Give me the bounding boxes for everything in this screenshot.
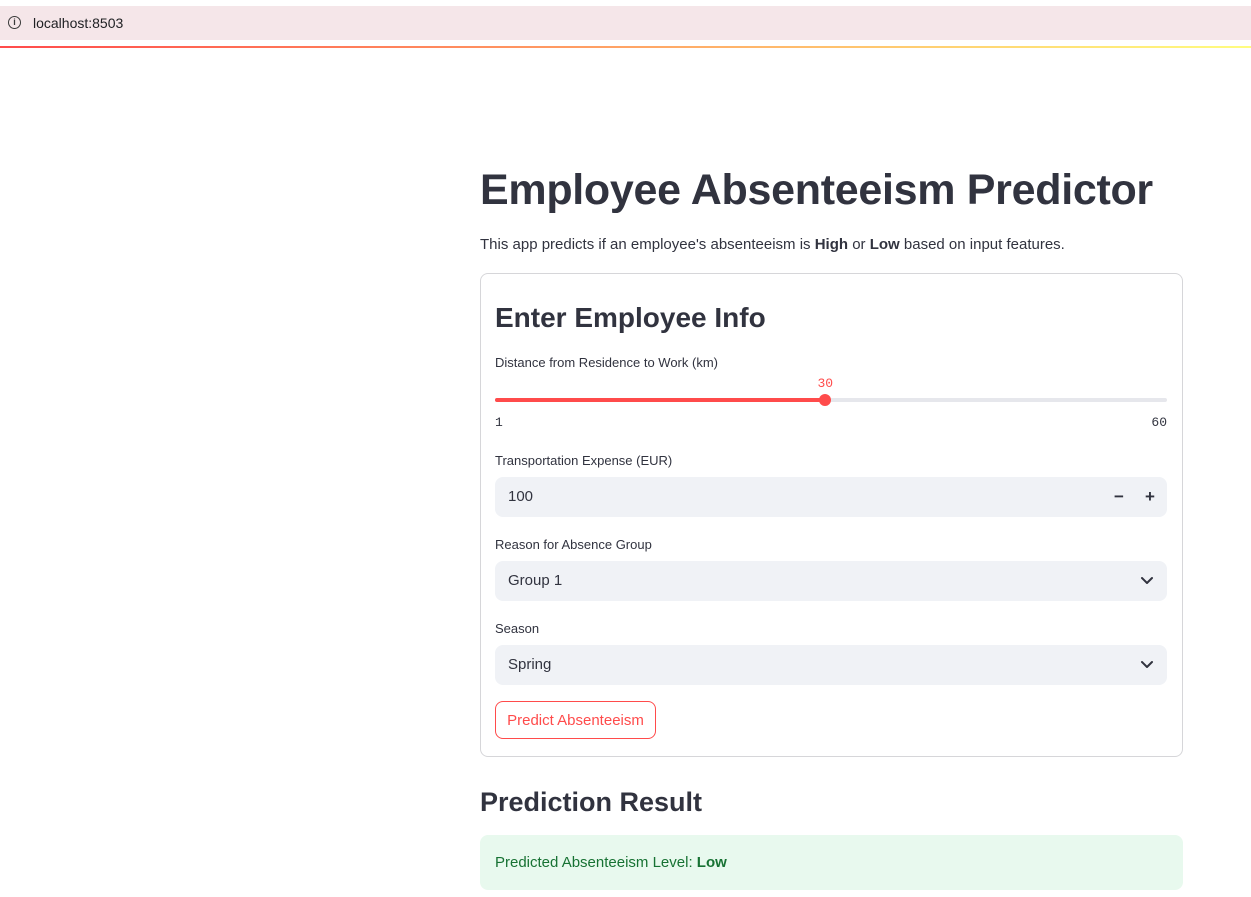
intro-prefix: This app predicts if an employee's absen…: [480, 236, 815, 253]
result-title: Prediction Result: [480, 787, 703, 817]
distance-label: Distance from Residence to Work (km): [495, 355, 718, 370]
expense-number-input[interactable]: 100 − +: [495, 477, 1167, 517]
slider-fill: [495, 398, 826, 402]
intro-low: Low: [869, 236, 900, 253]
chevron-down-icon[interactable]: [1139, 656, 1155, 672]
season-selected-value: Spring: [508, 656, 552, 673]
app-decoration-bar: [0, 46, 1251, 48]
intro-text: This app predicts if an employee's absen…: [480, 236, 1065, 253]
slider-min-label: 1: [495, 415, 503, 430]
slider-thumb[interactable]: [819, 394, 832, 406]
intro-suffix: based on input features.: [899, 236, 1065, 253]
decrement-button[interactable]: −: [1107, 485, 1131, 509]
reason-select[interactable]: Group 1: [495, 561, 1167, 601]
url-text[interactable]: localhost:8503: [33, 15, 123, 31]
reason-selected-value: Group 1: [508, 572, 563, 589]
page-title: Employee Absenteeism Predictor: [480, 166, 1153, 214]
form-title: Enter Employee Info: [495, 302, 766, 333]
result-prefix: Predicted Absenteeism Level:: [495, 854, 697, 871]
reason-label: Reason for Absence Group: [495, 537, 652, 552]
season-select[interactable]: Spring: [495, 645, 1167, 685]
site-info-icon[interactable]: i: [8, 16, 21, 29]
intro-or: or: [848, 236, 870, 253]
browser-address-bar[interactable]: i localhost:8503: [0, 6, 1251, 40]
result-level: Low: [696, 854, 727, 871]
season-label: Season: [495, 621, 540, 636]
increment-button[interactable]: +: [1138, 485, 1162, 509]
predict-button[interactable]: Predict Absenteeism: [495, 701, 656, 739]
result-alert: Predicted Absenteeism Level: Low: [480, 835, 1183, 890]
expense-value[interactable]: 100: [508, 488, 533, 505]
slider-value: 30: [817, 376, 834, 391]
result-text: Predicted Absenteeism Level: Low: [495, 854, 727, 871]
expense-label: Transportation Expense (EUR): [495, 453, 673, 468]
slider-max-label: 60: [1151, 415, 1167, 430]
distance-slider[interactable]: 30 1 60: [495, 376, 1167, 436]
chevron-down-icon[interactable]: [1139, 572, 1155, 588]
intro-high: High: [814, 236, 849, 253]
